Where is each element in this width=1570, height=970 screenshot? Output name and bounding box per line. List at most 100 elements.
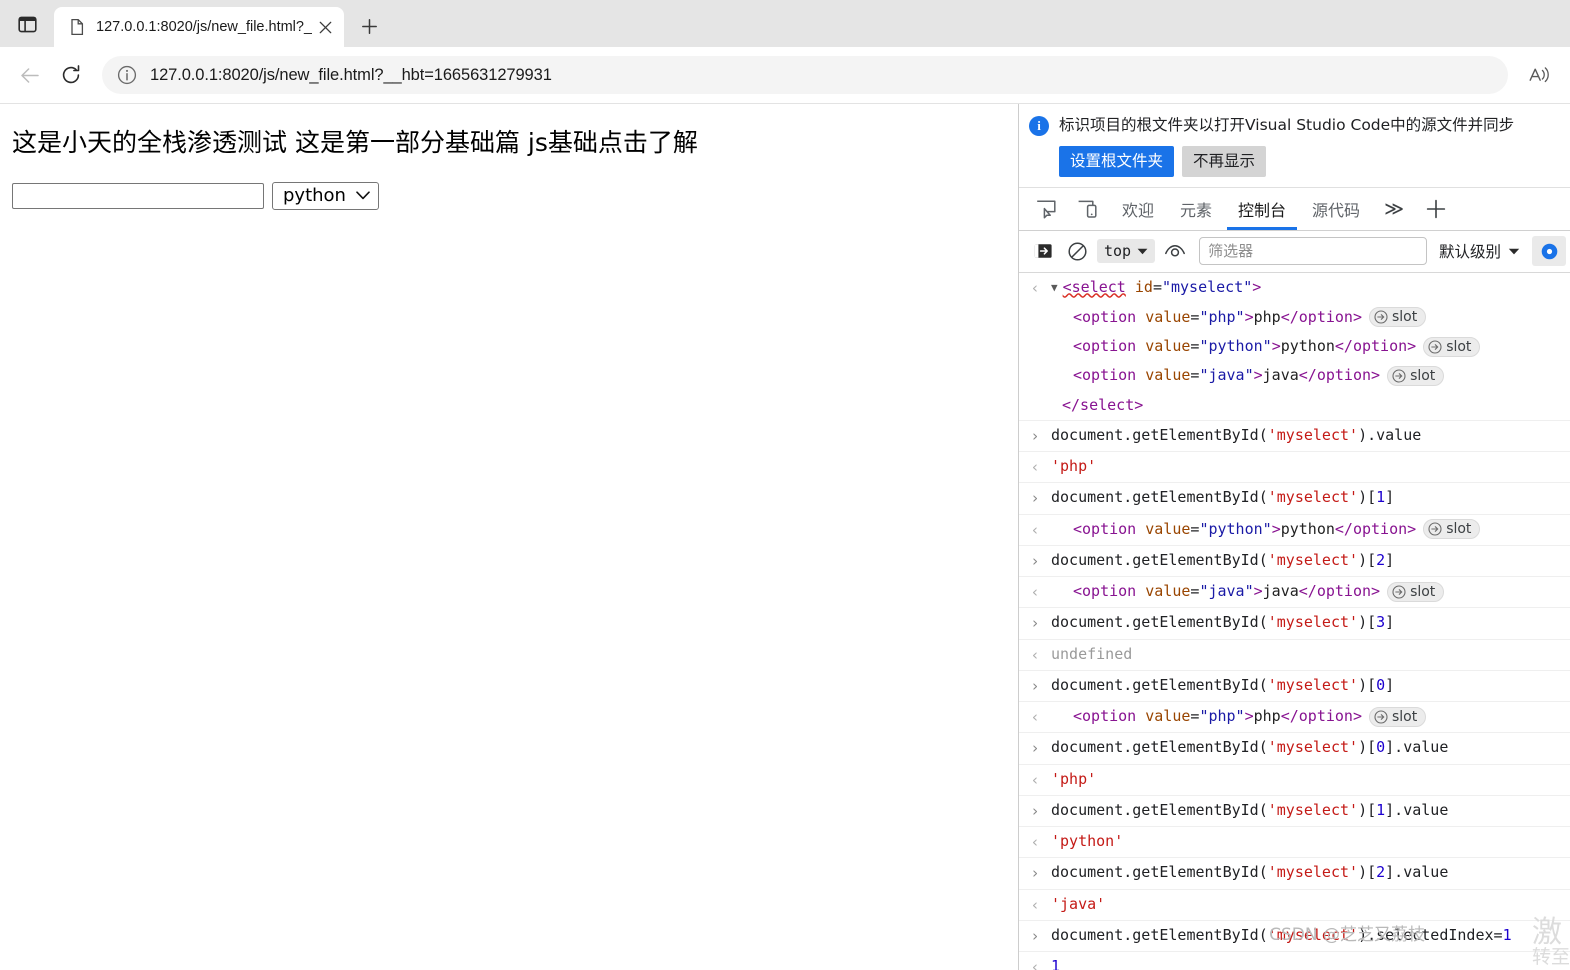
set-root-folder-button[interactable]: 设置根文件夹 xyxy=(1059,146,1174,177)
tab-sources[interactable]: 源代码 xyxy=(1299,188,1373,230)
console-filter-input[interactable] xyxy=(1199,237,1427,265)
code-token: > xyxy=(1245,308,1254,326)
console-input-row[interactable]: ›document.getElementById('myselect')[3] xyxy=(1019,608,1570,639)
slot-badge[interactable]: slot xyxy=(1387,582,1444,602)
console-input-row[interactable]: ›document.getElementById('myselect')[0].… xyxy=(1019,733,1570,764)
more-tabs-button[interactable]: ≫ xyxy=(1373,188,1415,230)
slot-badge[interactable]: slot xyxy=(1369,307,1426,327)
read-aloud-button[interactable] xyxy=(1520,56,1560,94)
reload-button[interactable] xyxy=(52,56,90,94)
console-input-row[interactable]: ›document.getElementById('myselect').val… xyxy=(1019,421,1570,452)
device-toolbar-button[interactable] xyxy=(1067,188,1109,230)
code-token: 0 xyxy=(1376,738,1385,756)
console-output-row[interactable]: ‹1 xyxy=(1019,952,1570,970)
page-title: 这是小天的全栈渗透测试 这是第一部分基础篇 js基础点击了解 xyxy=(12,126,1018,160)
new-tab-button[interactable] xyxy=(350,9,388,43)
code-token: document.getElementById( xyxy=(1051,426,1268,444)
console-output-row[interactable]: ‹'php' xyxy=(1019,452,1570,483)
code-token: document.getElementById( xyxy=(1051,801,1268,819)
code-token: )[ xyxy=(1358,551,1376,569)
console-output-row[interactable]: ‹'php' xyxy=(1019,765,1570,796)
code-token: ].value xyxy=(1385,801,1448,819)
code-token: 2 xyxy=(1376,551,1385,569)
console-output-row[interactable]: <option value="php">php</option>slot xyxy=(1019,303,1570,332)
console-output-row[interactable]: ‹▼<select id="myselect"> xyxy=(1019,273,1570,303)
address-bar[interactable]: 127.0.0.1:8020/js/new_file.html?__hbt=16… xyxy=(102,56,1508,94)
console-input-row[interactable]: ›document.getElementById('myselect')[0] xyxy=(1019,671,1570,702)
tab-sources-label: 源代码 xyxy=(1312,197,1360,221)
console-output-row[interactable]: <option value="python">python</option>sl… xyxy=(1019,332,1570,361)
language-select[interactable]: python xyxy=(272,182,379,210)
slot-badge-label: slot xyxy=(1410,367,1435,385)
console-row-content: <option value="java">java</option>slot xyxy=(1051,577,1568,606)
code-token: <option xyxy=(1073,520,1136,538)
console-result-icon: ‹ xyxy=(1019,452,1051,482)
code-token: ] xyxy=(1385,488,1394,506)
code-token: document.getElementById( xyxy=(1051,676,1268,694)
back-button[interactable] xyxy=(10,56,48,94)
tab-elements[interactable]: 元素 xyxy=(1167,188,1225,230)
console-result-icon xyxy=(1019,391,1051,392)
code-token: "php" xyxy=(1199,308,1244,326)
code-token: ] xyxy=(1385,613,1394,631)
inspect-element-button[interactable] xyxy=(1025,188,1067,230)
console-prompt-icon: › xyxy=(1019,796,1051,826)
console-output-row[interactable]: <option value="java">java</option>slot xyxy=(1019,361,1570,390)
clear-console-button[interactable] xyxy=(1061,236,1093,266)
code-token: )[ xyxy=(1358,613,1376,631)
console-result-icon: ‹ xyxy=(1019,702,1051,732)
slot-badge[interactable]: slot xyxy=(1387,366,1444,386)
device-toolbar-icon xyxy=(1077,198,1099,220)
console-result-icon: ‹ xyxy=(1019,827,1051,857)
code-token: <option xyxy=(1073,308,1136,326)
console-log[interactable]: ‹▼<select id="myselect"> <option value="p… xyxy=(1019,273,1570,970)
tab-welcome[interactable]: 欢迎 xyxy=(1109,188,1167,230)
code-token: )[ xyxy=(1358,738,1376,756)
code-token: "java" xyxy=(1199,366,1253,384)
console-row-content: 'python' xyxy=(1051,827,1568,856)
slot-arrow-icon xyxy=(1392,585,1406,599)
console-output-row[interactable]: ‹<option value="php">php</option>slot xyxy=(1019,702,1570,733)
code-token: value xyxy=(1145,366,1190,384)
code-token: <option xyxy=(1073,582,1136,600)
slot-badge[interactable]: slot xyxy=(1369,707,1426,727)
console-input-row[interactable]: ›document.getElementById('myselect')[2] xyxy=(1019,546,1570,577)
info-circle-icon[interactable] xyxy=(116,64,138,86)
execution-context-select[interactable]: top xyxy=(1097,239,1155,263)
code-token: </option> xyxy=(1281,308,1362,326)
language-select-value: python xyxy=(283,185,346,206)
console-input-row[interactable]: ›document.getElementById('myselect')[1].… xyxy=(1019,796,1570,827)
live-expression-button[interactable] xyxy=(1159,236,1191,266)
tab-actions-icon[interactable] xyxy=(4,4,50,44)
console-sidebar-icon xyxy=(1033,241,1053,261)
form-row: python xyxy=(12,182,1018,210)
browser-tab[interactable]: 127.0.0.1:8020/js/new_file.html?_ xyxy=(54,7,344,47)
code-token xyxy=(1126,278,1135,296)
console-output-row[interactable]: ‹'java' xyxy=(1019,890,1570,921)
settings-button[interactable] xyxy=(1532,236,1566,266)
code-token: <option xyxy=(1073,707,1136,725)
console-output-row[interactable]: </select> xyxy=(1019,391,1570,421)
dont-show-again-button[interactable]: 不再显示 xyxy=(1182,146,1266,177)
clear-console-icon xyxy=(1067,241,1088,262)
add-panel-button[interactable] xyxy=(1415,188,1457,230)
console-input-row[interactable]: ›document.getElementById('myselect').sel… xyxy=(1019,921,1570,952)
slot-badge[interactable]: slot xyxy=(1423,519,1480,539)
log-level-select[interactable]: 默认级别 xyxy=(1435,237,1524,265)
slot-badge[interactable]: slot xyxy=(1423,337,1480,357)
expand-arrow-icon[interactable]: ▼ xyxy=(1051,277,1058,298)
console-output-row[interactable]: ‹undefined xyxy=(1019,640,1570,671)
tab-console[interactable]: 控制台 xyxy=(1225,188,1299,230)
code-token: "python" xyxy=(1199,337,1271,355)
console-output-row[interactable]: ‹'python' xyxy=(1019,827,1570,858)
sidebar-panel-icon xyxy=(18,15,37,34)
console-output-row[interactable]: ‹<option value="java">java</option>slot xyxy=(1019,577,1570,608)
console-output-row[interactable]: ‹<option value="python">python</option>s… xyxy=(1019,515,1570,546)
close-icon[interactable] xyxy=(312,14,338,40)
console-input-row[interactable]: ›document.getElementById('myselect')[1] xyxy=(1019,483,1570,514)
console-row-content: document.getElementById('myselect')[0].v… xyxy=(1051,733,1568,762)
console-input-row[interactable]: ›document.getElementById('myselect')[2].… xyxy=(1019,858,1570,889)
text-input[interactable] xyxy=(12,183,264,209)
console-sidebar-button[interactable] xyxy=(1027,236,1059,266)
code-token: ).value xyxy=(1358,426,1421,444)
